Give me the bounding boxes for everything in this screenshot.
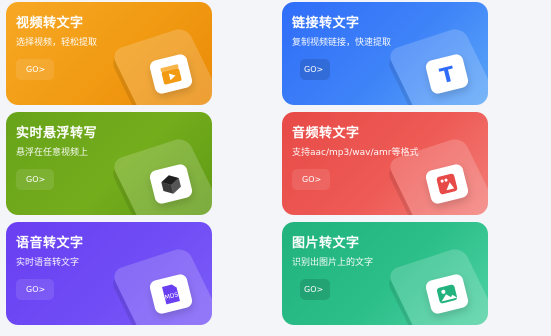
image-to-text-card[interactable]: 图片转文字 识别出图片上的文字 GO> (282, 222, 488, 325)
audio-to-text-card[interactable]: 音频转文字 支持aac/mp3/wav/amr等格式 GO> (282, 112, 488, 215)
link-to-text-card[interactable]: 链接转文字 复制视频链接，快速提取 GO> (282, 2, 488, 105)
card-title: 语音转文字 (16, 236, 84, 251)
card-title: 链接转文字 (292, 16, 360, 31)
go-button[interactable]: GO> (300, 279, 330, 300)
card-subtitle: 复制视频链接，快速提取 (292, 38, 392, 48)
go-button[interactable]: GO> (16, 279, 54, 300)
go-button[interactable]: GO> (16, 169, 54, 190)
card-subtitle: 实时语音转文字 (16, 258, 80, 268)
speech-to-text-card[interactable]: 语音转文字 实时语音转文字 GO> MDS (6, 222, 212, 325)
card-title: 图片转文字 (292, 236, 360, 251)
card-title: 视频转文字 (16, 16, 84, 31)
card-title: 实时悬浮转写 (16, 126, 98, 141)
card-subtitle: 选择视频，轻松提取 (16, 38, 98, 48)
card-title: 音频转文字 (292, 126, 360, 141)
go-button[interactable]: GO> (300, 59, 330, 80)
card-subtitle: 悬浮在任意视频上 (16, 148, 89, 158)
video-to-text-card[interactable]: 视频转文字 选择视频，轻松提取 GO> (6, 2, 212, 105)
go-button[interactable]: GO> (292, 169, 330, 190)
card-subtitle: 识别出图片上的文字 (292, 258, 374, 268)
realtime-floating-transcribe-card[interactable]: 实时悬浮转写 悬浮在任意视频上 GO> (6, 112, 212, 215)
go-button[interactable]: GO> (16, 59, 54, 80)
